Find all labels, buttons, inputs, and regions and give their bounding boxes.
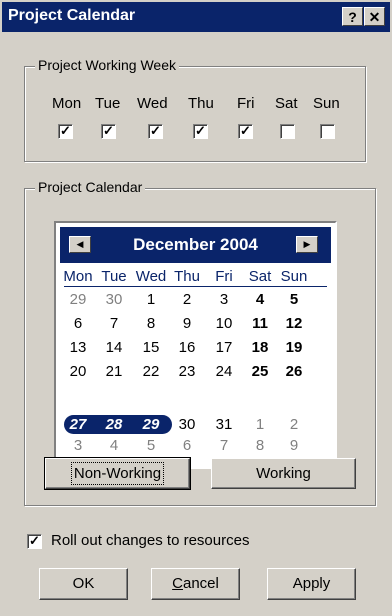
calendar-day[interactable]: 23 [170,363,204,380]
working-week-group: Project Working Week [24,57,366,162]
calendar-day[interactable]: 30 [170,416,204,433]
calendar-day[interactable]: 17 [207,339,241,356]
calendar-day[interactable]: 24 [207,363,241,380]
calendar-day[interactable]: 28 [97,416,131,433]
calendar-day[interactable]: 12 [277,315,311,332]
calendar-day[interactable]: 3 [207,291,241,308]
calendar-day[interactable]: 9 [277,437,311,454]
weekday-label-tue: Tue [95,95,121,112]
calendar-weekday-wed: Wed [135,268,167,285]
weekday-checkbox-mon[interactable]: ✓ [58,123,73,139]
calendar-day[interactable]: 8 [134,315,168,332]
calendar-weekday-fri: Fri [215,268,233,285]
calendar-weekday-thu: Thu [174,268,200,285]
rollout-label: Roll out changes to resources [51,532,250,549]
calendar-day[interactable]: 2 [170,291,204,308]
calendar-day[interactable]: 29 [134,416,168,433]
calendar-day[interactable]: 7 [97,315,131,332]
calendar-day[interactable]: 22 [134,363,168,380]
cancel-button[interactable]: Cancel [151,568,240,600]
calendar-day[interactable]: 5 [134,437,168,454]
calendar-day[interactable]: 15 [134,339,168,356]
calendar-day[interactable]: 5 [277,291,311,308]
weekday-checkbox-sat[interactable] [280,124,295,139]
calendar-day[interactable]: 20 [61,363,95,380]
calendar-day[interactable]: 29 [61,291,95,308]
close-button[interactable]: ✕ [364,7,385,26]
calendar-day[interactable]: 16 [170,339,204,356]
weekday-checkbox-wed[interactable]: ✓ [148,123,163,139]
calendar-day[interactable]: 1 [243,416,277,433]
next-month-icon[interactable]: ▶ [296,236,318,253]
weekday-label-fri: Fri [237,95,255,112]
calendar-weekday-mon: Mon [63,268,93,285]
window-title: Project Calendar [8,7,136,24]
title-bar: Project Calendar ? ✕ [2,2,390,32]
calendar-day[interactable]: 8 [243,437,277,454]
help-button[interactable]: ? [342,7,363,26]
calendar-day[interactable]: 18 [243,339,277,356]
weekday-checkbox-thu[interactable]: ✓ [193,123,208,139]
non-working-button[interactable]: Non-Working [44,457,191,490]
calendar-day[interactable]: 31 [207,416,241,433]
ok-button[interactable]: OK [39,568,128,600]
calendar-day[interactable]: 1 [134,291,168,308]
calendar-day[interactable]: 4 [97,437,131,454]
weekday-checkbox-tue[interactable]: ✓ [101,123,116,139]
calendar-weekday-sat: Sat [248,268,272,285]
weekday-label-sun: Sun [313,95,340,112]
calendar-day[interactable]: 6 [170,437,204,454]
calendar-day[interactable]: 2 [277,416,311,433]
calendar-day[interactable]: 4 [243,291,277,308]
calendar-weekday-tue: Tue [101,268,127,285]
calendar-day[interactable]: 26 [277,363,311,380]
calendar-day[interactable]: 11 [243,315,277,332]
weekday-checkbox-sun[interactable] [320,124,335,139]
weekday-label-wed: Wed [137,95,168,112]
weekday-label-sat: Sat [275,95,298,112]
month-calendar[interactable]: ◀ December 2004 ▶ Mon Tue Wed Thu Fri Sat Sun … [54,221,337,469]
calendar-day[interactable]: 30 [97,291,131,308]
calendar-header: ◀ December 2004 ▶ [60,227,331,263]
calendar-day[interactable]: 6 [61,315,95,332]
rollout-checkbox[interactable]: ✓ [27,533,42,549]
month-label: December 2004 [133,235,258,254]
weekday-label-thu: Thu [188,95,214,112]
weekday-label-mon: Mon [52,95,82,112]
calendar-day[interactable]: 27 [61,416,95,433]
weekday-divider [64,286,327,287]
weekday-checkbox-fri[interactable]: ✓ [238,123,253,139]
calendar-day[interactable]: 25 [243,363,277,380]
calendar-day[interactable]: 9 [170,315,204,332]
project-calendar-legend: Project Calendar [35,179,146,195]
calendar-weekday-sun: Sun [280,268,308,285]
calendar-day[interactable]: 14 [97,339,131,356]
calendar-day[interactable]: 3 [61,437,95,454]
working-button[interactable]: Working [211,458,356,489]
calendar-day[interactable]: 13 [61,339,95,356]
apply-button[interactable]: Apply [267,568,356,600]
project-calendar-dialog: Project Calendar ? ✕ Project Working Wee… [0,0,392,616]
calendar-day[interactable]: 7 [207,437,241,454]
working-week-legend: Project Working Week [35,57,179,73]
calendar-day[interactable]: 10 [207,315,241,332]
calendar-day[interactable]: 21 [97,363,131,380]
calendar-day[interactable]: 19 [277,339,311,356]
